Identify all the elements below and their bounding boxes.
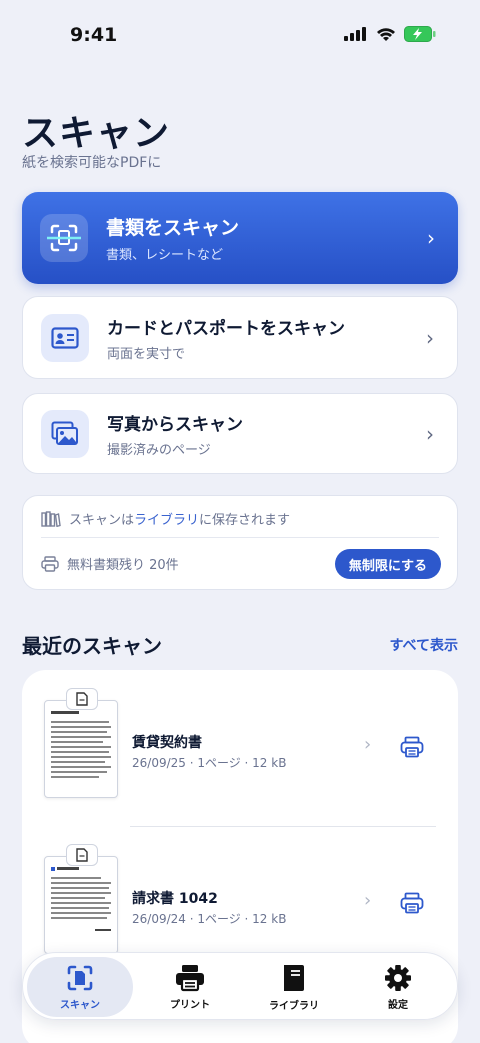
scan-card-passport-card[interactable]: カードとパスポートをスキャン 両面を実寸で › [22,296,458,379]
scan-from-photos-card[interactable]: 写真からスキャン 撮影済みのページ › [22,393,458,474]
document-icon [76,692,88,706]
status-time: 9:41 [70,24,118,46]
chevron-right-icon: › [364,890,372,911]
remaining-docs-row: 無料書類残り 20件 [41,554,179,573]
tab-library-label: ライブラリ [269,1000,319,1012]
library-icon [284,964,304,991]
library-info-row: スキャンはライブラリに保存されます [41,509,290,528]
document-meta: 26/09/25 · 1ページ · 12 kB [132,756,287,770]
see-all-link[interactable]: すべて表示 [390,635,458,655]
list-item[interactable]: 賃貸契約書 26/09/25 · 1ページ · 12 kB › [22,688,458,810]
books-icon [41,510,61,527]
page-title: スキャン [22,113,171,154]
chevron-right-icon: › [364,734,372,755]
document-name: 請求書 1042 [132,891,218,907]
cellular-signal-icon [344,27,366,41]
document-type-badge [66,844,98,866]
print-icon[interactable] [400,892,424,918]
photos-icon [41,409,89,458]
document-name: 賃貸契約書 [132,735,202,751]
storage-info-card: スキャンはライブラリに保存されます 無料書類残り 20件 無制限にする [22,495,458,590]
scan-document-subtitle: 書類、レシートなど [106,248,224,263]
document-type-badge [66,688,98,710]
library-info-suffix: に保存されます [199,513,291,528]
scan-document-title: 書類をスキャン [106,217,240,239]
tab-print[interactable]: プリント [137,957,243,1017]
printer-icon [176,964,204,991]
print-icon[interactable] [400,736,424,762]
page-subtitle: 紙を検索可能なPDFに [22,155,162,171]
gear-icon [385,964,411,991]
tab-library[interactable]: ライブラリ [241,957,347,1017]
library-info-prefix: スキャンは [69,513,135,528]
id-card-icon [41,313,89,362]
scan-card-passport-title: カードとパスポートをスキャン [107,318,345,339]
scan-from-photos-title: 写真からスキャン [107,414,243,435]
tab-print-label: プリント [170,999,210,1011]
library-link[interactable]: ライブラリ [134,513,199,528]
chevron-right-icon: › [426,325,434,350]
recent-scans-title: 最近のスキャン [22,634,162,658]
document-thumbnail [44,856,118,954]
tab-scan[interactable]: スキャン [27,957,133,1017]
printer-icon [41,555,59,572]
chevron-right-icon: › [426,421,434,446]
wifi-icon [377,27,395,41]
tab-bar: スキャン プリント ライブラリ 設定 [22,952,458,1020]
status-bar: 9:41 [0,0,480,70]
divider [130,826,436,827]
unlimited-button[interactable]: 無制限にする [335,549,441,579]
document-icon [76,848,88,862]
tab-scan-label: スキャン [60,999,100,1011]
scan-from-photos-subtitle: 撮影済みのページ [107,442,211,458]
status-icons [344,26,436,42]
scan-card-passport-subtitle: 両面を実寸で [107,346,186,362]
document-meta: 26/09/24 · 1ページ · 12 kB [132,912,287,926]
list-item[interactable]: 請求書 1042 26/09/24 · 1ページ · 12 kB › [22,844,458,966]
document-thumbnail [44,700,118,798]
chevron-right-icon: › [427,226,435,250]
document-scan-icon [40,214,88,262]
scan-document-card[interactable]: 書類をスキャン 書類、レシートなど › [22,192,458,284]
tab-settings-label: 設定 [388,999,408,1011]
scan-icon [67,965,93,990]
battery-charging-icon [404,26,436,42]
tab-settings[interactable]: 設定 [345,957,451,1017]
remaining-docs-text: 無料書類残り 20件 [67,558,179,573]
divider [41,537,439,538]
